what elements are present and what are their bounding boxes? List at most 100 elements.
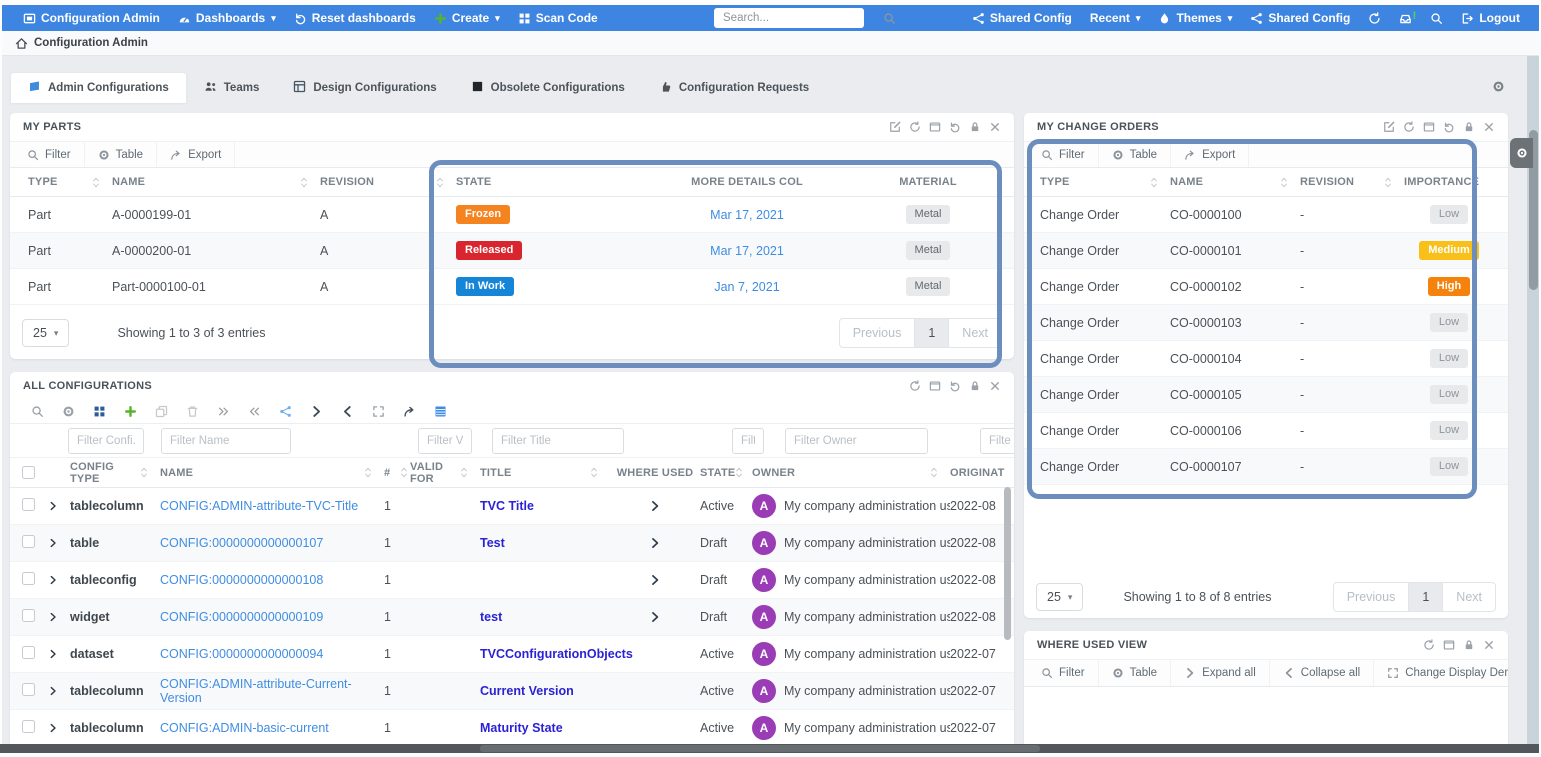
window-icon[interactable] — [1443, 639, 1455, 651]
expand-row-icon[interactable] — [48, 575, 70, 585]
ffwd-toolbar-icon[interactable] — [208, 405, 239, 418]
table-row[interactable]: table CONFIG:0000000000000107 1 Test Dra… — [10, 525, 1014, 562]
tab-admin-configurations[interactable]: Admin Configurations — [10, 72, 187, 103]
column-header-type[interactable]: TYPE — [1040, 176, 1170, 188]
tabs-settings-gear-icon[interactable] — [1492, 80, 1505, 98]
nav-item-reset-dashboards[interactable]: Reset dashboards — [285, 5, 425, 31]
filter-input-filter-title[interactable] — [492, 428, 624, 454]
expand-toolbar-icon[interactable] — [363, 405, 394, 418]
rew-toolbar-icon[interactable] — [239, 405, 270, 418]
table-row[interactable]: dataset CONFIG:0000000000000094 1 TVCCon… — [10, 636, 1014, 673]
row-checkbox[interactable] — [22, 498, 35, 511]
previous-page-button[interactable]: Previous — [839, 318, 916, 348]
where-used-arrow-icon[interactable] — [649, 537, 661, 549]
next-page-button[interactable]: Next — [1442, 582, 1496, 612]
table-row[interactable]: Part A-0000200-01 A Released Mar 17, 202… — [10, 233, 1014, 269]
table-row[interactable]: Change Order CO-0000104 - Low — [1024, 341, 1508, 377]
nav-item-recent[interactable]: Recent▾ — [1081, 5, 1150, 31]
where-used-arrow-icon[interactable] — [649, 611, 661, 623]
table-row[interactable]: Part Part-0000100-01 A In Work Jan 7, 20… — [10, 269, 1014, 305]
table-row[interactable]: Change Order CO-0000102 - High — [1024, 269, 1508, 305]
nav-item-logout[interactable]: Logout — [1452, 5, 1529, 31]
column-header-state[interactable]: STATE — [700, 467, 752, 479]
lock-icon[interactable] — [1463, 639, 1475, 651]
export-button[interactable]: Export — [157, 142, 235, 167]
table-toolbar-icon[interactable] — [425, 405, 456, 418]
gear-toolbar-icon[interactable] — [53, 405, 84, 418]
columns-toolbar-icon[interactable] — [84, 405, 115, 418]
config-name-link[interactable]: CONFIG:0000000000000094 — [160, 647, 323, 661]
table-row[interactable]: Change Order CO-0000101 - Medium — [1024, 233, 1508, 269]
filter-input-filter-orig[interactable] — [980, 428, 1014, 454]
config-title-link[interactable]: TVC Title — [480, 499, 534, 513]
row-checkbox[interactable] — [22, 535, 35, 548]
config-name-link[interactable]: CONFIG:ADMIN-basic-current — [160, 721, 329, 735]
config-title-link[interactable]: Current Version — [480, 684, 574, 698]
filter-input-filter-confi[interactable] — [68, 428, 144, 454]
page-size-select[interactable]: 25▾ — [1036, 583, 1083, 611]
window-icon[interactable] — [929, 380, 941, 392]
details-date-link[interactable]: Mar 17, 2021 — [710, 208, 784, 222]
config-name-link[interactable]: CONFIG:0000000000000107 — [160, 536, 323, 550]
column-header-name[interactable]: NAME — [112, 176, 320, 188]
config-title-link[interactable]: TVCConfigurationObjects — [480, 647, 633, 661]
column-header-valid-for[interactable]: VALID FOR — [410, 461, 480, 485]
expand-row-icon[interactable] — [48, 686, 70, 696]
column-header-owner[interactable]: OWNER — [752, 467, 950, 479]
refresh-icon[interactable] — [1403, 121, 1415, 133]
table-row[interactable]: Change Order CO-0000107 - Low — [1024, 449, 1508, 485]
close-icon[interactable] — [1483, 639, 1495, 651]
table-row[interactable]: widget CONFIG:0000000000000109 1 test Dr… — [10, 599, 1014, 636]
table-button[interactable]: Table — [1099, 142, 1172, 167]
column-header-revision[interactable]: REVISION — [320, 176, 456, 188]
settings-flyout-tab[interactable] — [1510, 138, 1533, 168]
filter-input-filter-owner[interactable] — [785, 428, 928, 454]
lock-icon[interactable] — [969, 121, 981, 133]
table-row[interactable]: Change Order CO-0000100 - Low — [1024, 197, 1508, 233]
plus-green-toolbar-icon[interactable] — [115, 405, 146, 418]
table-row[interactable]: tablecolumn CONFIG:ADMIN-attribute-TVC-T… — [10, 488, 1014, 525]
expand-row-icon[interactable] — [48, 538, 70, 548]
nav-item-search[interactable] — [1421, 5, 1452, 31]
share-toolbar-icon[interactable] — [270, 405, 301, 418]
nav-item-themes[interactable]: Themes▾ — [1149, 5, 1241, 31]
table-row[interactable]: Change Order CO-0000105 - Low — [1024, 377, 1508, 413]
nav-item-create[interactable]: Create▾ — [425, 5, 509, 31]
details-date-link[interactable]: Mar 17, 2021 — [710, 244, 784, 258]
refresh-icon[interactable] — [909, 380, 921, 392]
change-display-density-button[interactable]: Change Display Density — [1374, 660, 1508, 686]
config-title-link[interactable]: test — [480, 610, 502, 624]
search-toolbar-icon[interactable] — [22, 405, 53, 418]
filter-button[interactable]: Filter — [1028, 660, 1099, 686]
previous-page-button[interactable]: Previous — [1333, 582, 1410, 612]
nav-item-scan-code[interactable]: Scan Code — [509, 5, 607, 31]
copy-toolbar-icon[interactable] — [146, 405, 177, 418]
expand-all-button[interactable]: Expand all — [1171, 660, 1270, 686]
filter-input-filter-va[interactable] — [418, 428, 472, 454]
expand-row-icon[interactable] — [48, 649, 70, 659]
column-header-name[interactable]: NAME — [1170, 176, 1300, 188]
where-used-arrow-icon[interactable] — [649, 574, 661, 586]
column-header-title[interactable]: TITLE — [480, 467, 610, 479]
table-row[interactable]: Part A-0000199-01 A Frozen Mar 17, 2021 … — [10, 197, 1014, 233]
edit-icon[interactable] — [1383, 121, 1395, 133]
row-checkbox[interactable] — [22, 646, 35, 659]
column-header-revision[interactable]: REVISION — [1300, 176, 1404, 188]
undo-icon[interactable] — [1443, 121, 1455, 133]
horizontal-scrollbar[interactable] — [0, 744, 1541, 753]
lock-icon[interactable] — [969, 380, 981, 392]
expand-row-icon[interactable] — [48, 723, 70, 733]
nav-item-configuration-admin[interactable]: Configuration Admin — [14, 5, 169, 31]
tab-configuration-requests[interactable]: Configuration Requests — [642, 72, 826, 103]
column-header-importance[interactable]: IMPORTANCE — [1404, 176, 1494, 188]
column-header-material[interactable]: MATERIAL — [858, 176, 998, 188]
table-row[interactable]: tableconfig CONFIG:0000000000000108 1 Dr… — [10, 562, 1014, 599]
refresh-icon[interactable] — [909, 121, 921, 133]
collapse-all-button[interactable]: Collapse all — [1270, 660, 1374, 686]
window-icon[interactable] — [1423, 121, 1435, 133]
table-button[interactable]: Table — [85, 142, 158, 167]
lock-icon[interactable] — [1463, 121, 1475, 133]
column-header-where-used[interactable]: WHERE USED — [610, 467, 700, 479]
nav-item-refresh[interactable] — [1359, 5, 1390, 31]
filter-button[interactable]: Filter — [14, 142, 85, 167]
